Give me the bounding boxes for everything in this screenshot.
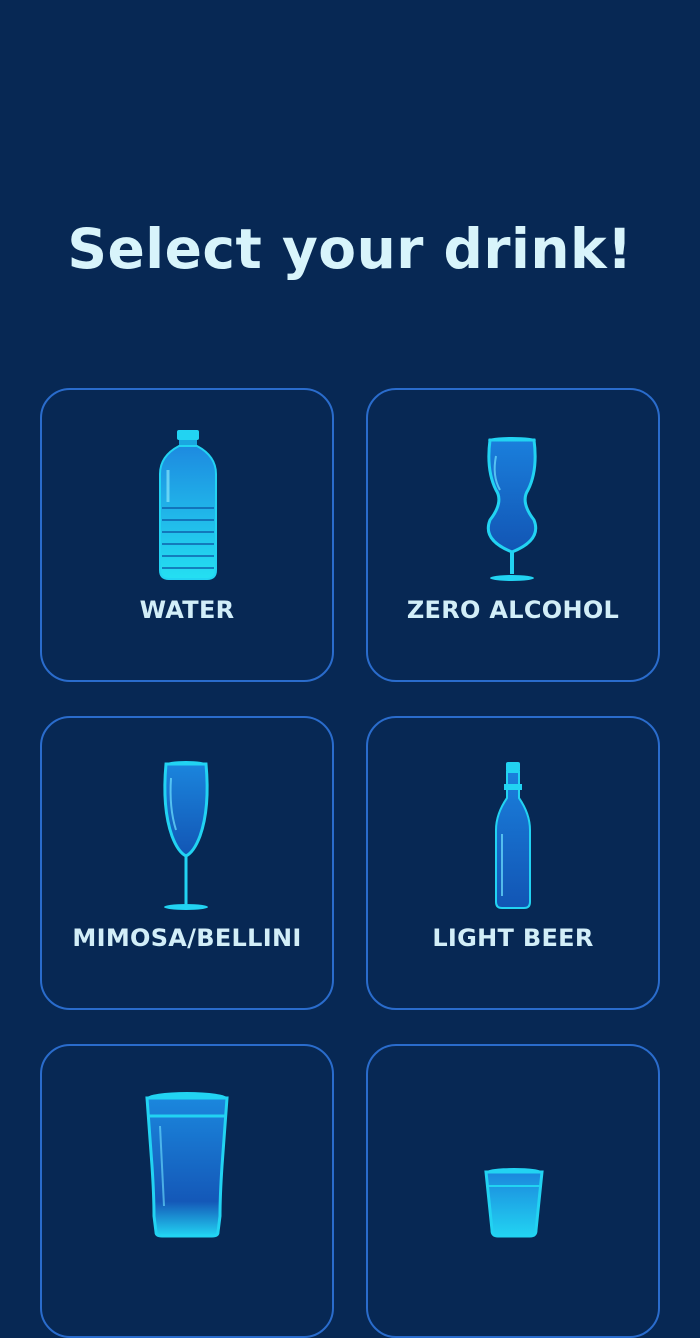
water-bottle-icon bbox=[159, 430, 217, 580]
drink-label: MIMOSA/BELLINI bbox=[72, 924, 302, 952]
drink-label: LIGHT BEER bbox=[432, 924, 594, 952]
hurricane-glass-icon bbox=[486, 437, 538, 581]
pint-glass-icon bbox=[145, 1092, 229, 1238]
drink-card-mimosa-bellini[interactable]: MIMOSA/BELLINI bbox=[40, 716, 334, 1010]
drink-card-water[interactable]: WATER bbox=[40, 388, 334, 682]
drink-label: ZERO ALCOHOL bbox=[406, 596, 620, 624]
drink-label: WATER bbox=[139, 596, 235, 624]
shot-glass-icon bbox=[484, 1168, 544, 1238]
drink-card-shot[interactable] bbox=[366, 1044, 660, 1338]
drink-card-pint[interactable] bbox=[40, 1044, 334, 1338]
drink-card-light-beer[interactable]: LIGHT BEER bbox=[366, 716, 660, 1010]
page-title: Select your drink! bbox=[67, 217, 633, 281]
champagne-flute-icon bbox=[163, 761, 209, 910]
drink-card-zero-alcohol[interactable]: ZERO ALCOHOL bbox=[366, 388, 660, 682]
beer-bottle-icon bbox=[495, 762, 531, 909]
drink-grid: WATER ZERO ALCOHOL MIMOSA/BELLINI LIGHT … bbox=[40, 388, 660, 1338]
